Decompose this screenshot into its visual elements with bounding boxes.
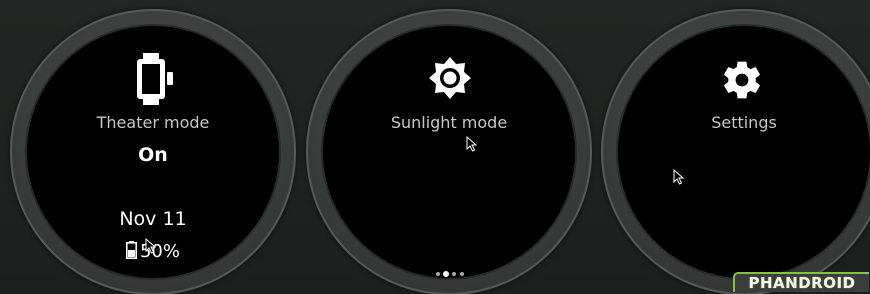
date-text: Nov 11: [119, 208, 187, 230]
battery-icon: [125, 241, 137, 259]
watch-face: Theater mode On Nov 11 50%: [27, 26, 279, 278]
settings-label: Settings: [711, 113, 777, 132]
watch-face: Settings: [618, 26, 870, 278]
sunlight-mode-card[interactable]: Sunlight mode: [306, 9, 592, 294]
page-dot: [460, 272, 464, 276]
mouse-cursor-icon: [673, 169, 684, 185]
theater-mode-label: Theater mode: [96, 113, 210, 132]
mouse-cursor-icon: [145, 238, 156, 254]
page-dot: [452, 272, 456, 276]
page-indicator: [434, 270, 468, 278]
wear-quick-settings-screen: Theater mode On Nov 11 50% Sunlight mode…: [0, 0, 870, 294]
watch-icon: [137, 53, 173, 105]
sunlight-mode-label: Sunlight mode: [390, 113, 508, 132]
settings-card[interactable]: Settings: [601, 9, 870, 294]
theater-mode-status: On: [138, 144, 168, 166]
theater-mode-card[interactable]: Theater mode On Nov 11 50%: [10, 9, 296, 294]
page-dot: [436, 272, 440, 276]
page-dot-active: [443, 271, 449, 277]
brightness-icon: [429, 57, 471, 99]
phandroid-watermark: PHANDROID: [733, 272, 869, 292]
mouse-cursor-icon: [466, 136, 477, 152]
settings-gear-icon: [724, 61, 760, 99]
watch-face: Sunlight mode: [323, 26, 575, 278]
